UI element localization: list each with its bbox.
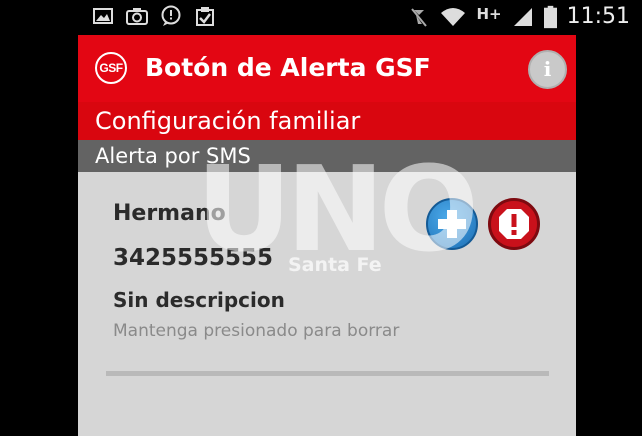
section-title: Configuración familiar [95, 107, 361, 135]
contact-phone: 3425555555 [113, 245, 274, 271]
contact-name: Hermano [113, 201, 226, 226]
gsf-logo: GSF [95, 52, 127, 84]
subsection-header: Alerta por SMS [78, 140, 576, 172]
battery-icon [543, 5, 557, 29]
contact-description: Sin descripcion [113, 288, 285, 312]
info-button[interactable]: i [528, 50, 567, 89]
app-screen: GSF Botón de Alerta GSF i Configuración … [78, 35, 576, 436]
alert-button[interactable] [488, 198, 540, 250]
delete-hint: Mantenga presionado para borrar [113, 321, 400, 341]
system-icons: H+ 11:51 [408, 2, 630, 32]
network-type: H+ [476, 5, 502, 23]
title-bar: GSF Botón de Alerta GSF i [78, 35, 576, 102]
wifi-icon [441, 8, 466, 26]
image-icon [93, 8, 113, 24]
subsection-title: Alerta por SMS [95, 144, 251, 168]
camera-icon [126, 8, 148, 25]
muted-icon [411, 8, 428, 27]
clock: 11:51 [566, 4, 630, 29]
status-bar: H+ 11:51 [0, 0, 642, 34]
chat-icon [161, 5, 181, 26]
section-header: Configuración familiar [78, 102, 576, 140]
clipboard-check-icon [196, 7, 214, 26]
add-contact-button[interactable] [426, 198, 478, 250]
list-divider [106, 371, 549, 376]
alert-icon [499, 209, 529, 239]
plus-icon [438, 210, 466, 238]
notification-icons [92, 5, 216, 27]
app-title: Botón de Alerta GSF [145, 53, 431, 82]
signal-icon [513, 8, 532, 26]
